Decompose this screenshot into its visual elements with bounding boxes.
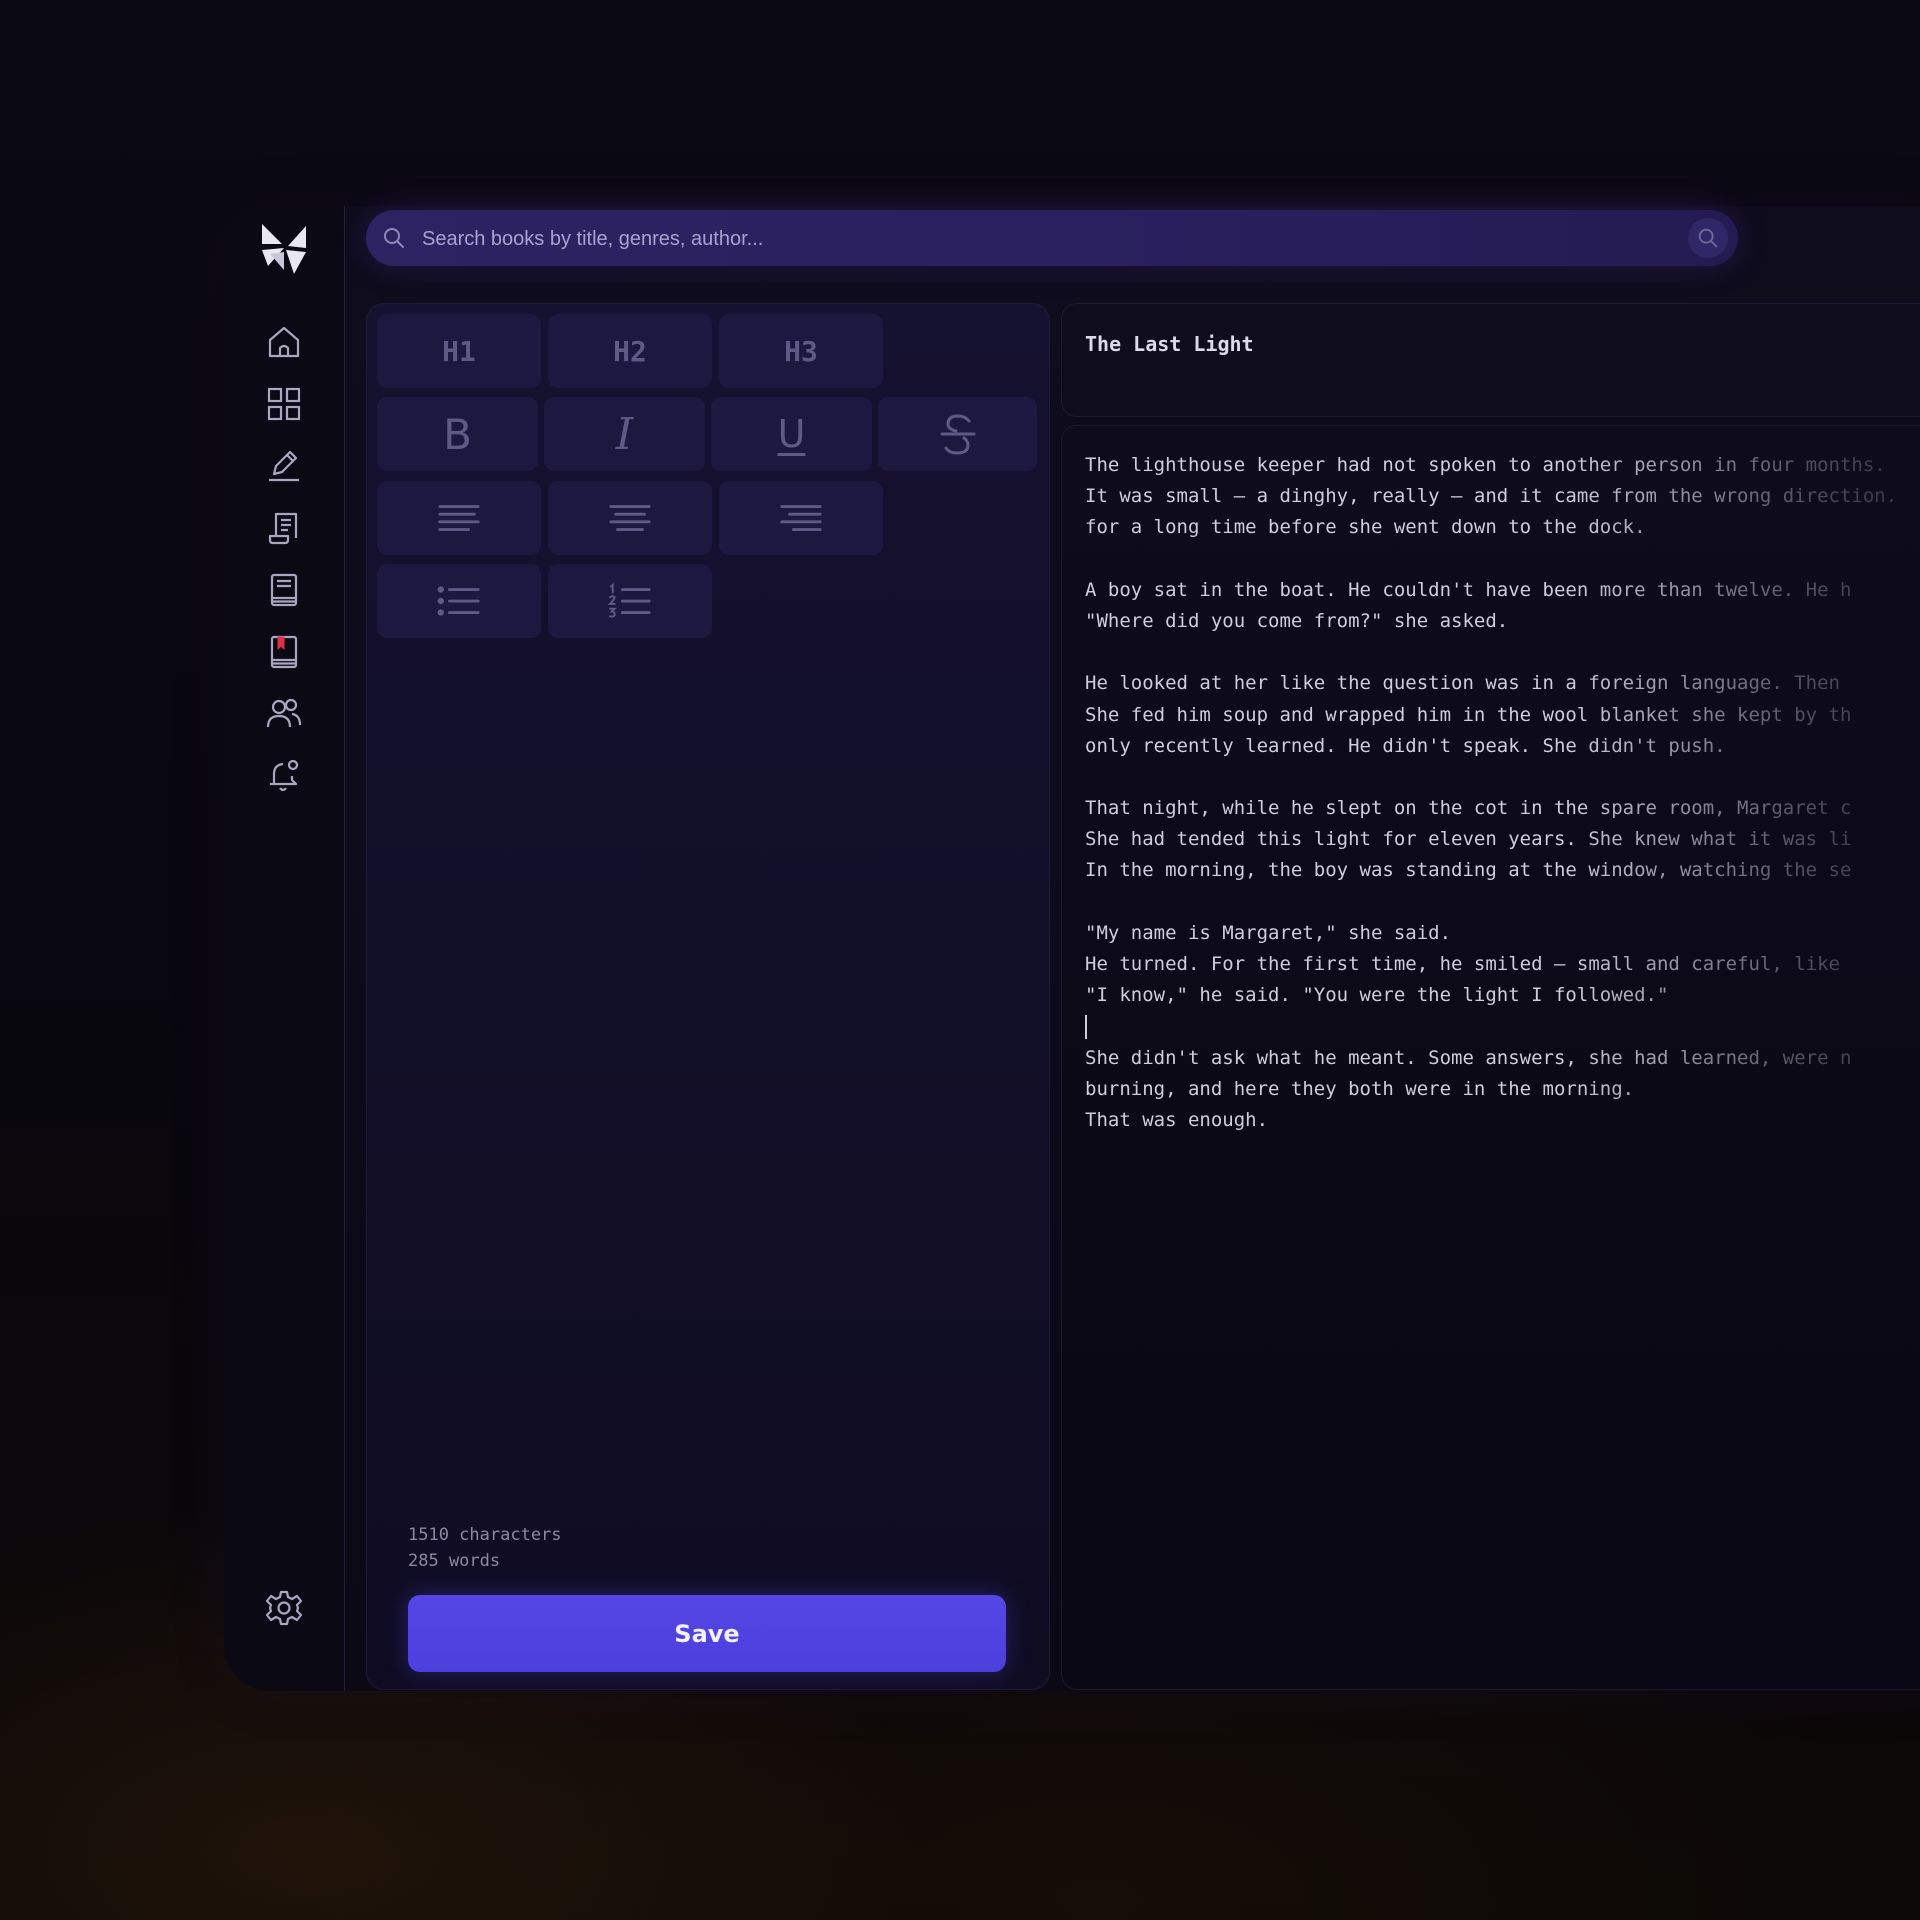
sidebar [224,206,345,1691]
editor-line: for a long time before she went down to … [1085,516,1646,539]
editor-line: burning, and here they both were in the … [1085,1077,1635,1100]
editor-line: He turned. For the first time, he smiled… [1085,953,1840,975]
grid-icon[interactable] [262,382,306,426]
search-bar [366,210,1738,266]
align-right-icon [780,505,822,531]
editor-line: She didn't ask what he meant. Some answe… [1085,1046,1852,1069]
editor-line: The lighthouse keeper had not spoken to … [1085,454,1886,476]
editor-line: In the morning, the boy was standing at … [1085,859,1852,882]
pen-icon[interactable] [262,444,306,488]
editor-line: She had tended this light for eleven yea… [1085,828,1852,851]
heading-2-button[interactable]: H2 [548,314,712,388]
align-left-button[interactable] [377,481,541,555]
bookmark-book-icon[interactable] [262,630,306,674]
search-input[interactable] [420,218,1624,260]
editor-line: "I know," he said. "You were the light I… [1085,984,1669,1007]
gear-icon[interactable] [262,1586,306,1630]
bullet-list-button[interactable] [377,564,541,638]
strikethrough-icon [940,414,975,455]
editor-panel[interactable]: The lighthouse keeper had not spoken to … [1061,425,1920,1690]
align-right-button[interactable] [719,481,883,555]
word-count: 285 words [408,1551,501,1571]
heading-3-button[interactable]: H3 [719,314,883,388]
book-icon[interactable] [262,568,306,612]
editor-line: That night, while he slept on the cot in… [1085,797,1852,820]
editor-line: A boy sat in the boat. He couldn't have … [1085,578,1852,601]
users-icon[interactable] [262,692,306,736]
editor-line [1085,1011,1920,1042]
text-caret [1085,1014,1087,1039]
search-button[interactable] [1688,218,1728,258]
editor-line: only recently learned. He didn't speak. … [1085,734,1726,757]
editor-text-area[interactable]: The lighthouse keeper had not spoken to … [1085,450,1920,1136]
underline-button[interactable]: U [711,397,872,471]
search-icon [1698,228,1718,248]
document-stats: 1510 characters 285 words [408,1522,562,1574]
app-logo[interactable] [254,220,314,280]
numbered-list-icon [607,582,651,618]
title-input[interactable]: The Last Light [1085,332,1254,356]
align-left-icon [438,505,480,531]
editor-line: It was small — a dinghy, really — and it… [1085,485,1898,508]
search-icon [384,228,404,248]
bell-icon[interactable] [262,754,306,798]
bullet-list-icon [437,586,480,616]
save-button[interactable]: Save [408,1595,1006,1672]
title-panel: The Last Light [1061,303,1920,417]
editor-line: "My name is Margaret," she said. [1085,921,1452,944]
bold-button[interactable]: B [377,397,538,471]
editor-line: He looked at her like the question was i… [1085,672,1840,695]
editor-line: That was enough. [1085,1108,1269,1131]
numbered-list-button[interactable] [548,564,712,638]
italic-button[interactable]: I [544,397,705,471]
character-count: 1510 characters [408,1525,562,1545]
editor-line: "Where did you come from?" she asked. [1085,609,1509,632]
align-center-button[interactable] [548,481,712,555]
home-icon[interactable] [262,320,306,364]
editor-line: She fed him soup and wrapped him in the … [1085,703,1852,726]
align-center-icon [609,505,651,531]
script-icon[interactable] [262,506,306,550]
strikethrough-button[interactable] [878,397,1037,471]
heading-1-button[interactable]: H1 [377,314,541,388]
